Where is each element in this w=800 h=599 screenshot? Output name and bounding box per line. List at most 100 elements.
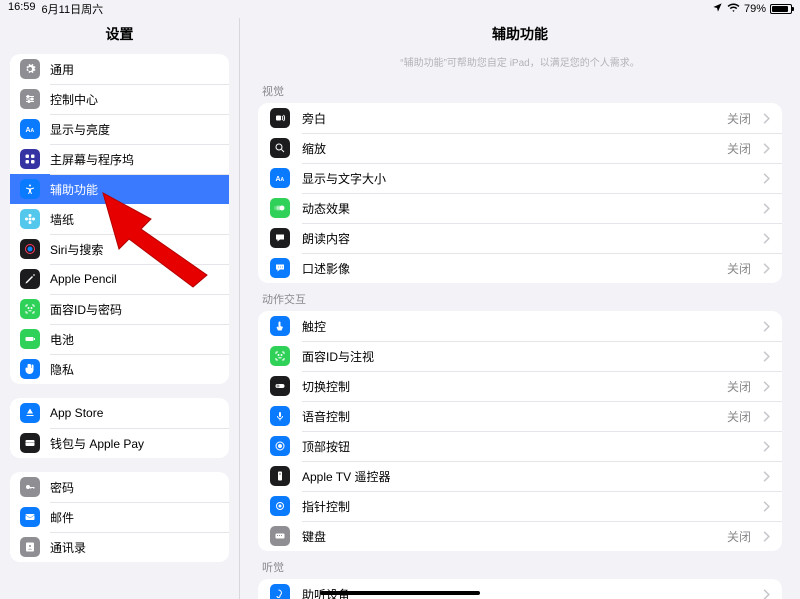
setting-row-hearing[interactable]: 助听设备 bbox=[258, 579, 782, 599]
setting-label: 键盘 bbox=[302, 528, 715, 545]
setting-label: 口述影像 bbox=[302, 260, 715, 277]
setting-row-audio-desc[interactable]: 口述影像关闭 bbox=[258, 253, 782, 283]
chevron-right-icon bbox=[763, 173, 770, 184]
gear-icon bbox=[20, 59, 40, 79]
wifi-icon bbox=[727, 1, 740, 17]
setting-label: 朗读内容 bbox=[302, 230, 751, 247]
setting-value: 关闭 bbox=[727, 528, 751, 545]
chevron-right-icon bbox=[763, 411, 770, 422]
setting-row-voiceover[interactable]: 旁白关闭 bbox=[258, 103, 782, 133]
sidebar-item-label: 通用 bbox=[50, 61, 219, 78]
setting-value: 关闭 bbox=[727, 260, 751, 277]
sidebar-item-contacts[interactable]: 通讯录 bbox=[10, 532, 229, 562]
svg-text:A: A bbox=[26, 127, 31, 134]
chevron-right-icon bbox=[763, 203, 770, 214]
sidebar-item-label: 墙纸 bbox=[50, 211, 219, 228]
settings-sidebar: 设置 通用控制中心AA显示与亮度主屏幕与程序坞辅助功能墙纸Siri与搜索Appl… bbox=[0, 18, 240, 599]
motion-icon bbox=[270, 198, 290, 218]
sidebar-item-pencil[interactable]: Apple Pencil bbox=[10, 264, 229, 294]
section-header: 视觉 bbox=[258, 75, 782, 103]
section-header: 动作交互 bbox=[258, 283, 782, 311]
setting-value: 关闭 bbox=[727, 378, 751, 395]
setting-row-top-button[interactable]: 顶部按钮 bbox=[258, 431, 782, 461]
pencil-icon bbox=[20, 269, 40, 289]
setting-row-spoken[interactable]: 朗读内容 bbox=[258, 223, 782, 253]
sidebar-group: 密码邮件通讯录 bbox=[10, 472, 229, 562]
sliders-icon bbox=[20, 89, 40, 109]
sidebar-item-label: Apple Pencil bbox=[50, 272, 219, 286]
home-indicator bbox=[320, 591, 480, 595]
setting-label: 语音控制 bbox=[302, 408, 715, 425]
sidebar-item-label: 电池 bbox=[50, 331, 219, 348]
sidebar-item-label: Siri与搜索 bbox=[50, 241, 219, 258]
settings-group: 助听设备 bbox=[258, 579, 782, 599]
settings-group: 触控面容ID与注视切换控制关闭语音控制关闭顶部按钮Apple TV 遥控器指针控… bbox=[258, 311, 782, 551]
setting-row-appletv[interactable]: Apple TV 遥控器 bbox=[258, 461, 782, 491]
setting-label: 缩放 bbox=[302, 140, 715, 157]
sidebar-item-wallet[interactable]: 钱包与 Apple Pay bbox=[10, 428, 229, 458]
sidebar-item-home-screen[interactable]: 主屏幕与程序坞 bbox=[10, 144, 229, 174]
grid-icon bbox=[20, 149, 40, 169]
sidebar-item-display[interactable]: AA显示与亮度 bbox=[10, 114, 229, 144]
setting-row-faceid-attn[interactable]: 面容ID与注视 bbox=[258, 341, 782, 371]
battery-pct: 79% bbox=[744, 3, 766, 15]
setting-row-touch[interactable]: 触控 bbox=[258, 311, 782, 341]
chevron-right-icon bbox=[763, 113, 770, 124]
hand-icon bbox=[20, 359, 40, 379]
sidebar-item-label: 面容ID与密码 bbox=[50, 301, 219, 318]
chevron-right-icon bbox=[763, 351, 770, 362]
key-icon bbox=[20, 477, 40, 497]
siri-icon bbox=[20, 239, 40, 259]
sidebar-item-accessibility[interactable]: 辅助功能 bbox=[10, 174, 229, 204]
sidebar-item-privacy[interactable]: 隐私 bbox=[10, 354, 229, 384]
sidebar-item-appstore[interactable]: App Store bbox=[10, 398, 229, 428]
chevron-right-icon bbox=[763, 381, 770, 392]
sidebar-item-control-center[interactable]: 控制中心 bbox=[10, 84, 229, 114]
setting-row-text-size[interactable]: AA显示与文字大小 bbox=[258, 163, 782, 193]
main-pane: 辅助功能 “辅助功能”可帮助您自定 iPad，以满足您的个人需求。 视觉旁白关闭… bbox=[240, 18, 800, 599]
sidebar-item-battery[interactable]: 电池 bbox=[10, 324, 229, 354]
setting-row-zoom[interactable]: 缩放关闭 bbox=[258, 133, 782, 163]
sidebar-item-siri[interactable]: Siri与搜索 bbox=[10, 234, 229, 264]
aa-icon: AA bbox=[20, 119, 40, 139]
sidebar-item-label: 通讯录 bbox=[50, 539, 219, 556]
sidebar-group: App Store 钱包与 Apple Pay bbox=[10, 398, 229, 458]
voicectrl-icon bbox=[270, 406, 290, 426]
contacts-icon bbox=[20, 537, 40, 557]
setting-row-pointer[interactable]: 指针控制 bbox=[258, 491, 782, 521]
topbtn-icon bbox=[270, 436, 290, 456]
sidebar-item-label: 钱包与 Apple Pay bbox=[50, 435, 219, 452]
svg-text:A: A bbox=[276, 176, 281, 183]
aa-icon: AA bbox=[270, 168, 290, 188]
setting-label: 旁白 bbox=[302, 110, 715, 127]
faceid-icon bbox=[270, 346, 290, 366]
mail-icon bbox=[20, 507, 40, 527]
sidebar-item-passwords[interactable]: 密码 bbox=[10, 472, 229, 502]
settings-group: 旁白关闭缩放关闭AA显示与文字大小动态效果朗读内容口述影像关闭 bbox=[258, 103, 782, 283]
faceid-icon bbox=[20, 299, 40, 319]
chevron-right-icon bbox=[763, 263, 770, 274]
main-title: 辅助功能 bbox=[240, 18, 800, 54]
flower-icon bbox=[20, 209, 40, 229]
chevron-right-icon bbox=[763, 233, 770, 244]
accessibility-icon bbox=[20, 179, 40, 199]
location-icon bbox=[712, 2, 723, 16]
sidebar-item-mail[interactable]: 邮件 bbox=[10, 502, 229, 532]
chevron-right-icon bbox=[763, 321, 770, 332]
status-bar: 16:59 6月11日周六 79% bbox=[0, 0, 800, 18]
setting-label: 动态效果 bbox=[302, 200, 751, 217]
chevron-right-icon bbox=[763, 501, 770, 512]
setting-row-voice-ctrl[interactable]: 语音控制关闭 bbox=[258, 401, 782, 431]
setting-value: 关闭 bbox=[727, 110, 751, 127]
status-date: 6月11日周六 bbox=[42, 1, 104, 17]
sidebar-item-general[interactable]: 通用 bbox=[10, 54, 229, 84]
chevron-right-icon bbox=[763, 471, 770, 482]
sidebar-item-wallpaper[interactable]: 墙纸 bbox=[10, 204, 229, 234]
sidebar-item-faceid[interactable]: 面容ID与密码 bbox=[10, 294, 229, 324]
switch-icon bbox=[270, 376, 290, 396]
setting-row-motion[interactable]: 动态效果 bbox=[258, 193, 782, 223]
setting-row-switch[interactable]: 切换控制关闭 bbox=[258, 371, 782, 401]
setting-row-keyboard[interactable]: 键盘关闭 bbox=[258, 521, 782, 551]
intro-text: “辅助功能”可帮助您自定 iPad，以满足您的个人需求。 bbox=[258, 54, 782, 75]
sidebar-item-label: 控制中心 bbox=[50, 91, 219, 108]
